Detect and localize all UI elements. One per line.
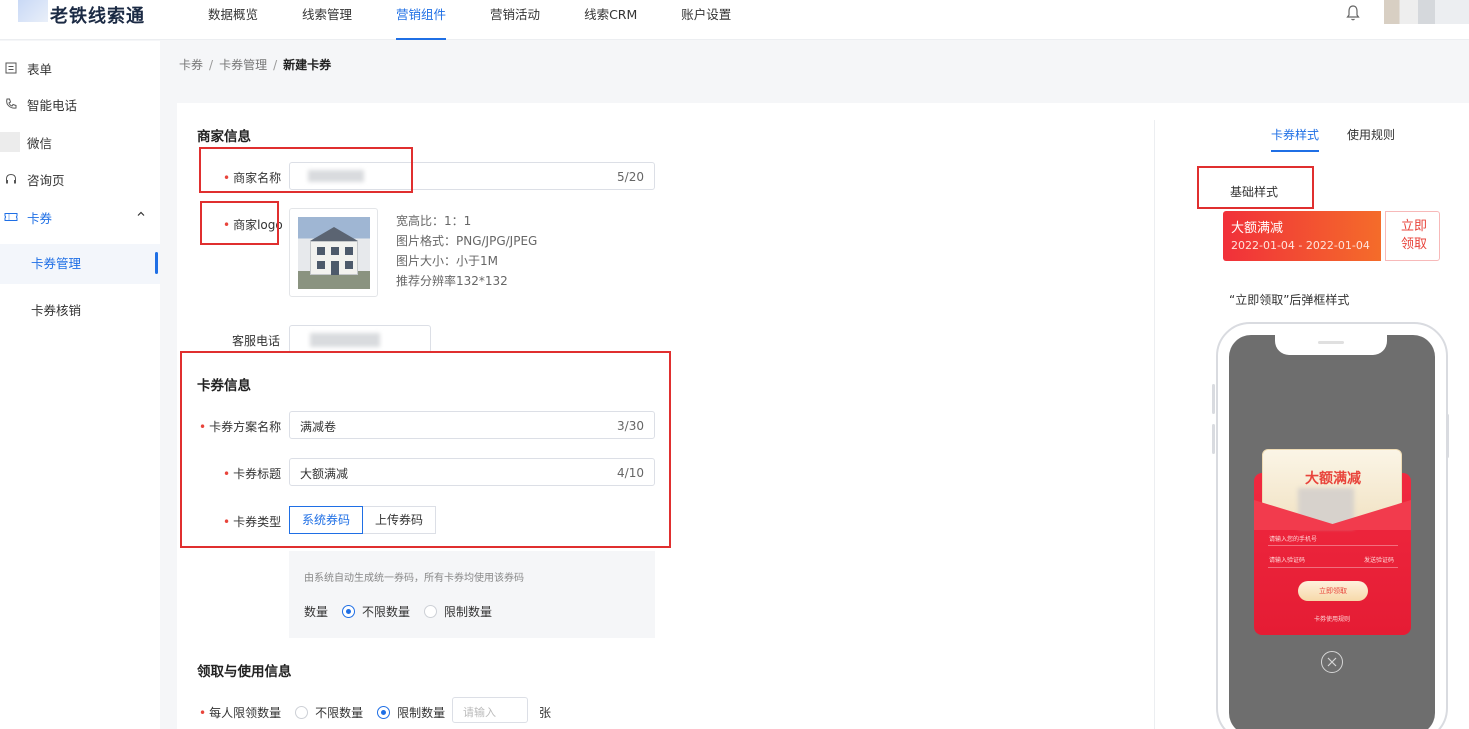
avatar[interactable] [1384, 0, 1469, 24]
quantity-radio-group: 数量 不限数量 限制数量 [304, 603, 492, 620]
radio-label: 不限数量 [315, 706, 364, 720]
nav-item-lead-management[interactable]: 线索管理 [280, 0, 374, 40]
sidebar-item-label: 微信 [27, 135, 53, 151]
logo-icon [18, 0, 48, 22]
sidebar-item-label: 咨询页 [27, 172, 65, 188]
nav-item-lead-crm[interactable]: 线索CRM [562, 0, 659, 40]
sidebar-item-coupon[interactable]: 卡券 [0, 199, 160, 235]
input-placeholder: 请输入 [463, 706, 496, 719]
wechat-icon [0, 132, 20, 152]
coupon-date: 2022-01-04 - 2022-01-04 [1231, 239, 1370, 252]
house-image [298, 217, 370, 289]
redacted-text [310, 333, 380, 347]
radio-limited[interactable] [424, 605, 438, 618]
radio-unlimited[interactable] [342, 605, 356, 618]
divider [1268, 567, 1398, 568]
highlight-box [200, 201, 279, 245]
basic-style-label: 基础样式 [1230, 185, 1279, 199]
chevron-up-icon[interactable] [136, 209, 146, 219]
ticket-icon [4, 213, 18, 221]
breadcrumb-separator: / [273, 58, 278, 72]
sidebar-subitem-coupon-management[interactable]: 卡券管理 [0, 244, 160, 284]
phone-input-placeholder: 请输入您的手机号 [1269, 536, 1318, 543]
highlight-box [199, 147, 413, 193]
per-person-limit-row: • 每人限领数量 不限数量 限制数量 [199, 704, 445, 721]
sidebar-item-consult-page[interactable]: 咨询页 [0, 161, 160, 197]
radio-label: 不限数量 [362, 605, 411, 619]
sidebar-item-label: 智能电话 [27, 97, 78, 113]
headset-icon [6, 173, 16, 184]
logo-hint: 图片格式：PNG/JPG/JPEG [396, 234, 538, 248]
tab-usage-rules[interactable]: 使用规则 [1338, 120, 1404, 152]
phone-notch [1275, 333, 1387, 355]
char-counter: 5/20 [617, 170, 644, 184]
send-code-link: 发送验证码 [1364, 557, 1395, 564]
radio-label: 限制数量 [444, 605, 493, 619]
unit-label: 张 [539, 706, 552, 720]
logo-hint: 宽高比：1：1 [396, 214, 472, 228]
divider [1268, 545, 1398, 546]
main-nav: 数据概览 线索管理 营销组件 营销活动 线索CRM 账户设置 [186, 0, 753, 40]
preview-tabs: 卡券样式 使用规则 [1262, 120, 1404, 152]
sidebar-item-wechat[interactable]: 微信 [0, 124, 160, 160]
nav-item-account-settings[interactable]: 账户设置 [659, 0, 753, 40]
phone-speaker [1318, 341, 1344, 344]
service-phone-label: 客服电话 [232, 334, 281, 348]
close-icon [1321, 651, 1343, 673]
divider [1154, 120, 1155, 729]
nav-item-marketing-activities[interactable]: 营销活动 [468, 0, 562, 40]
logo-hint: 推荐分辨率132*132 [396, 274, 508, 288]
sidebar-item-label: 卡券 [27, 210, 53, 226]
sidebar-item-label: 表单 [27, 61, 53, 77]
system-code-panel: 由系统自动生成统一券码，所有卡券均使用该券码 数量 不限数量 限制数量 [289, 551, 655, 638]
coupon-claim-button: 立即领取 [1385, 211, 1440, 261]
radio-label: 限制数量 [397, 706, 446, 720]
breadcrumb-separator: / [209, 58, 214, 72]
phone-button [1212, 424, 1215, 454]
highlight-box [180, 351, 671, 548]
sidebar-item-form[interactable]: 表单 [0, 50, 160, 86]
coupon-title: 大额满减 [1231, 221, 1284, 236]
system-code-description: 由系统自动生成统一券码，所有卡券均使用该券码 [304, 573, 524, 584]
coupon-body: 大额满减 2022-01-04 - 2022-01-04 [1223, 211, 1381, 261]
code-input-placeholder: 请输入验证码 [1269, 557, 1306, 564]
popup-claim-button: 立即领取 [1298, 581, 1368, 601]
top-bar: 老铁线索通 数据概览 线索管理 营销组件 营销活动 线索CRM 账户设置 [0, 0, 1469, 40]
form-icon [5, 62, 17, 74]
sidebar-item-smart-phone[interactable]: 智能电话 [0, 86, 160, 122]
phone-button [1212, 384, 1215, 414]
bell-icon[interactable] [1345, 4, 1361, 22]
breadcrumb: 卡券 / 卡券管理 / 新建卡券 [179, 56, 331, 73]
nav-item-marketing-components[interactable]: 营销组件 [374, 0, 468, 40]
quantity-label: 数量 [304, 605, 329, 619]
breadcrumb-current: 新建卡券 [283, 58, 332, 72]
service-phone-input[interactable] [289, 325, 431, 353]
coupon-preview: 大额满减 2022-01-04 - 2022-01-04 立即领取 [1223, 211, 1440, 261]
radio-limited[interactable] [377, 706, 391, 719]
per-person-limit-input[interactable]: 请输入 [452, 697, 528, 723]
popup-rules-link: 卡券使用规则 [1314, 616, 1351, 623]
sidebar: 表单 智能电话 微信 咨询页 卡券 卡券管理 卡券核销 [0, 41, 160, 729]
logo-hint: 图片大小：小于1M [396, 254, 498, 268]
nav-item-data-overview[interactable]: 数据概览 [186, 0, 280, 40]
merchant-logo-upload[interactable] [289, 208, 378, 297]
popup-style-label: “立即领取”后弹框样式 [1229, 293, 1350, 307]
phone-button [1446, 414, 1449, 458]
breadcrumb-item[interactable]: 卡券 [179, 58, 203, 72]
per-person-limit-label: • 每人限领数量 [199, 706, 282, 720]
radio-unlimited[interactable] [295, 706, 309, 719]
section-title-merchant: 商家信息 [197, 129, 251, 145]
sidebar-subitem-coupon-redeem[interactable]: 卡券核销 [0, 291, 160, 331]
phone-icon [6, 98, 17, 109]
app-title: 老铁线索通 [50, 6, 145, 27]
section-title-claim: 领取与使用信息 [197, 664, 292, 680]
popup-card-title: 大额满减 [1305, 471, 1361, 487]
tab-coupon-style[interactable]: 卡券样式 [1262, 120, 1328, 152]
breadcrumb-item[interactable]: 卡券管理 [219, 58, 267, 72]
